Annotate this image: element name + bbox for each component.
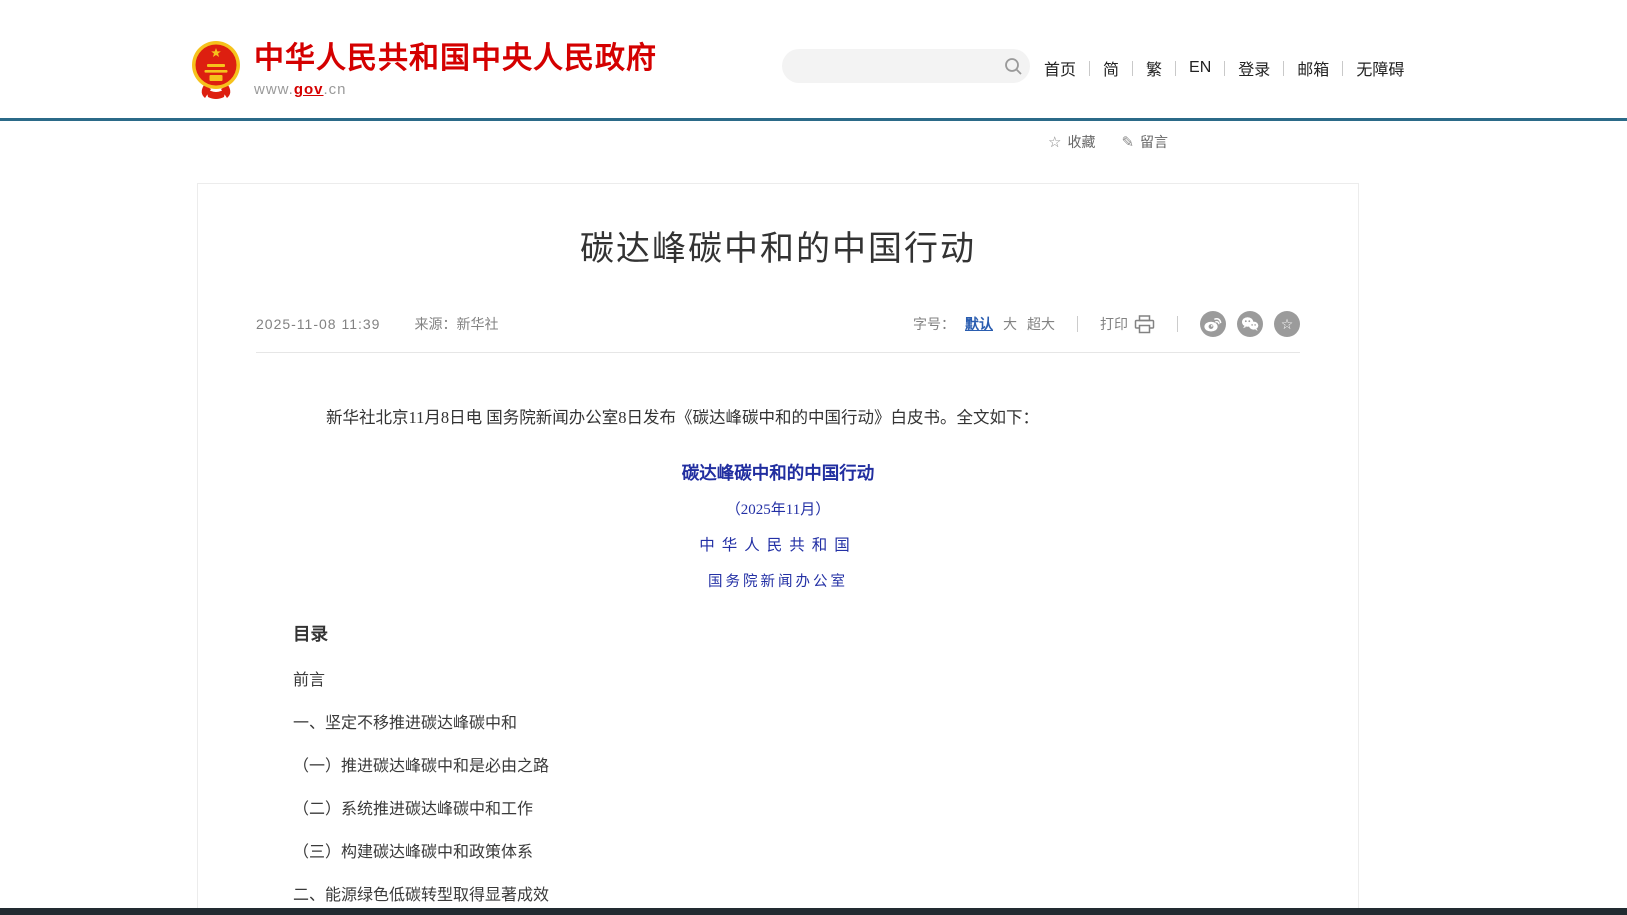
star-icon: ☆ <box>1048 133 1061 151</box>
page-title: 碳达峰碳中和的中国行动 <box>198 221 1358 270</box>
document-author-line2: 国务院新闻办公室 <box>293 570 1263 591</box>
site-url: www.gov.cn <box>254 81 657 98</box>
nav-separator <box>1224 61 1225 76</box>
site-logo[interactable]: 中华人民共和国中央人民政府 www.gov.cn <box>190 40 657 100</box>
toc-item-1: 一、坚定不移推进碳达峰碳中和 <box>293 716 1263 732</box>
fontsize-label: 字号： <box>913 314 955 334</box>
fontsize-default-button[interactable]: 默认 <box>965 314 993 334</box>
nav-separator <box>1132 61 1133 76</box>
nav-login[interactable]: 登录 <box>1238 56 1270 80</box>
print-label: 打印 <box>1100 314 1128 334</box>
nav-traditional[interactable]: 繁 <box>1146 56 1162 80</box>
favorite-button[interactable]: ☆ 收藏 <box>1048 132 1095 152</box>
nav-separator <box>1089 61 1090 76</box>
fontsize-large-button[interactable]: 大 <box>1003 314 1017 334</box>
publish-date: 2025-11-08 11:39 <box>256 316 380 332</box>
search-box <box>782 49 1030 83</box>
article-meta-left: 2025-11-08 11:39 来源： 新华社 <box>256 314 498 334</box>
search-icon[interactable] <box>996 57 1030 76</box>
printer-icon <box>1134 315 1155 334</box>
share-icons: ☆ <box>1200 311 1300 337</box>
site-url-www: www. <box>254 81 294 98</box>
toc-item-2: 二、能源绿色低碳转型取得显著成效 <box>293 888 1263 904</box>
toc-item-1-2: （二）系统推进碳达峰碳中和工作 <box>293 802 1263 818</box>
page-bottom-bar <box>0 908 1627 915</box>
nav-english[interactable]: EN <box>1189 59 1211 77</box>
top-nav: 首页 简 繁 EN 登录 邮箱 无障碍 <box>1044 56 1404 80</box>
comment-label: 留言 <box>1140 132 1168 152</box>
source-label: 来源： <box>414 314 456 334</box>
meta-separator <box>1077 316 1078 332</box>
lead-paragraph: 新华社北京11月8日电 国务院新闻办公室8日发布《碳达峰碳中和的中国行动》白皮书… <box>293 405 1263 431</box>
site-title: 中华人民共和国中央人民政府 <box>254 42 657 75</box>
fontsize-xlarge-button[interactable]: 超大 <box>1027 314 1055 334</box>
favorite-label: 收藏 <box>1067 132 1095 152</box>
document-date: （2025年11月） <box>293 498 1263 519</box>
comment-button[interactable]: ✎ 留言 <box>1121 132 1168 152</box>
nav-mail[interactable]: 邮箱 <box>1297 56 1329 80</box>
print-button[interactable]: 打印 <box>1100 314 1155 334</box>
weibo-share-icon[interactable] <box>1200 311 1226 337</box>
nav-accessibility[interactable]: 无障碍 <box>1356 56 1404 80</box>
pencil-icon: ✎ <box>1121 133 1134 151</box>
document-author-line1: 中华人民共和国 <box>293 533 1263 555</box>
meta-separator <box>1177 316 1178 332</box>
nav-separator <box>1283 61 1284 76</box>
article-card: 碳达峰碳中和的中国行动 2025-11-08 11:39 来源： 新华社 字号：… <box>197 183 1359 915</box>
site-url-cn: .cn <box>324 81 347 98</box>
article-meta-row: 2025-11-08 11:39 来源： 新华社 字号： 默认 大 超大 打印 <box>256 311 1300 337</box>
article-action-row: ☆ 收藏 ✎ 留言 <box>1048 132 1168 152</box>
document-title: 碳达峰碳中和的中国行动 <box>293 460 1263 485</box>
wechat-share-icon[interactable] <box>1237 311 1263 337</box>
nav-simplified[interactable]: 简 <box>1103 56 1119 80</box>
toc-item-preface: 前言 <box>293 673 1263 689</box>
page: 中华人民共和国中央人民政府 www.gov.cn 首页 简 繁 EN 登录 邮箱 <box>0 0 1627 915</box>
meta-divider <box>256 352 1300 353</box>
source-name[interactable]: 新华社 <box>456 314 498 334</box>
nav-separator <box>1342 61 1343 76</box>
national-emblem-icon <box>190 40 242 100</box>
search-input[interactable] <box>782 49 996 83</box>
site-text: 中华人民共和国中央人民政府 www.gov.cn <box>254 40 657 98</box>
article-meta-right: 字号： 默认 大 超大 打印 <box>913 311 1300 337</box>
star-icon: ☆ <box>1281 317 1294 331</box>
article-body: 新华社北京11月8日电 国务院新闻办公室8日发布《碳达峰碳中和的中国行动》白皮书… <box>198 405 1358 915</box>
toc-item-1-1: （一）推进碳达峰碳中和是必由之路 <box>293 759 1263 775</box>
nav-home[interactable]: 首页 <box>1044 56 1076 80</box>
toc-item-1-3: （三）构建碳达峰碳中和政策体系 <box>293 845 1263 861</box>
site-url-gov: gov <box>294 81 324 98</box>
nav-separator <box>1175 61 1176 76</box>
site-header: 中华人民共和国中央人民政府 www.gov.cn 首页 简 繁 EN 登录 邮箱 <box>0 0 1627 121</box>
star-share-icon[interactable]: ☆ <box>1274 311 1300 337</box>
toc-heading: 目录 <box>293 621 1263 646</box>
